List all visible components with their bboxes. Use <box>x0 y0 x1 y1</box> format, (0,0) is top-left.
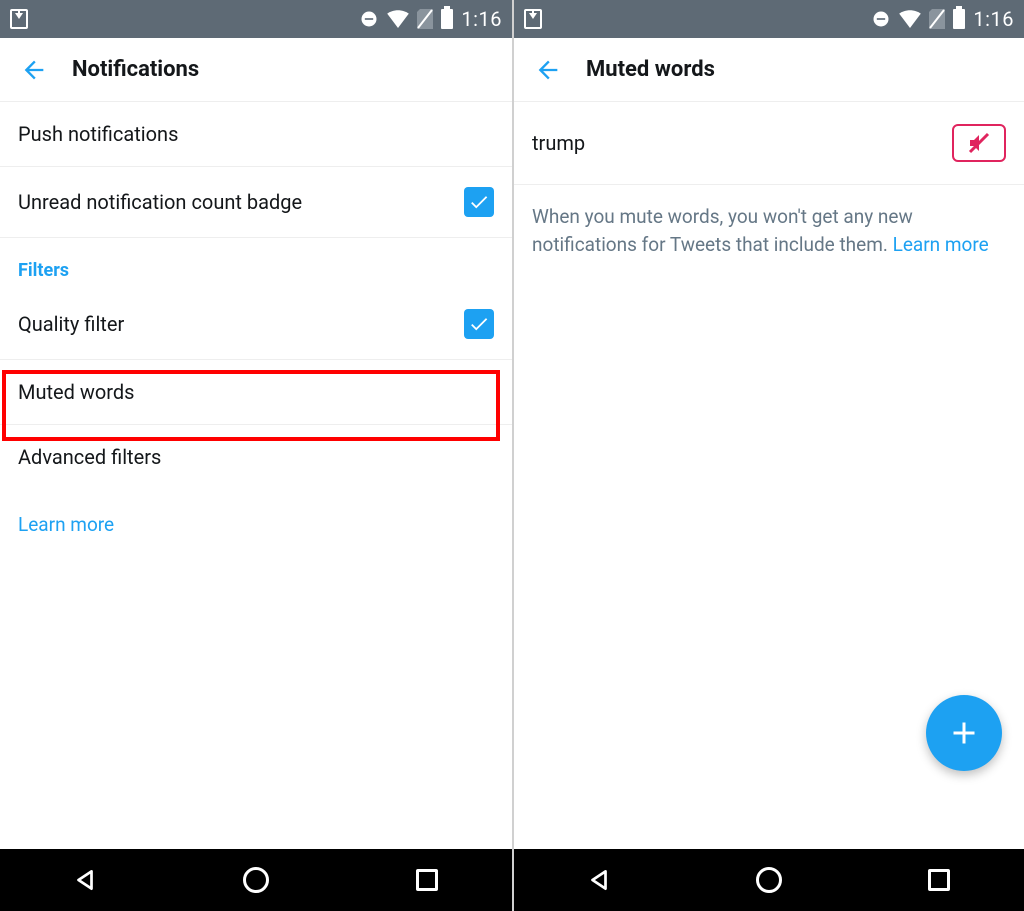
page-title: Muted words <box>586 57 715 82</box>
checkbox-unread[interactable] <box>464 187 494 217</box>
content-area: trump When you mute words, you won't get… <box>514 102 1024 849</box>
muted-word-row[interactable]: trump <box>514 102 1024 185</box>
row-label: Quality filter <box>18 312 124 336</box>
nav-bar <box>0 849 512 911</box>
row-advanced-filters[interactable]: Advanced filters <box>0 425 512 489</box>
content-area: Push notifications Unread notification c… <box>0 102 512 849</box>
row-unread-badge[interactable]: Unread notification count badge <box>0 167 512 238</box>
filters-header: Filters <box>0 238 512 289</box>
checkbox-quality[interactable] <box>464 309 494 339</box>
nav-home-button[interactable] <box>739 860 799 900</box>
wifi-icon <box>899 10 921 28</box>
phone-left: 1:16 Notifications Push notifications Un… <box>0 0 512 911</box>
back-button[interactable] <box>530 52 566 88</box>
row-label: Muted words <box>18 380 135 404</box>
row-label: Advanced filters <box>18 445 161 469</box>
row-quality-filter[interactable]: Quality filter <box>0 289 512 360</box>
learn-more-link[interactable]: Learn more <box>893 233 989 256</box>
nav-recent-button[interactable] <box>909 860 969 900</box>
download-icon <box>10 9 28 29</box>
muted-word-text: trump <box>532 131 585 155</box>
do-not-disturb-icon <box>871 9 891 29</box>
add-fab[interactable] <box>926 695 1002 771</box>
no-sim-icon <box>929 9 945 29</box>
row-push-notifications[interactable]: Push notifications <box>0 102 512 167</box>
download-icon <box>524 9 542 29</box>
back-button[interactable] <box>16 52 52 88</box>
row-label: Unread notification count badge <box>18 190 302 214</box>
app-bar: Muted words <box>514 38 1024 102</box>
battery-icon <box>953 9 965 29</box>
nav-recent-button[interactable] <box>397 860 457 900</box>
status-bar: 1:16 <box>0 0 512 38</box>
nav-bar <box>514 849 1024 911</box>
page-title: Notifications <box>72 57 199 82</box>
status-time: 1:16 <box>461 7 502 31</box>
row-label: Push notifications <box>18 122 178 146</box>
nav-back-button[interactable] <box>569 860 629 900</box>
helper-text: When you mute words, you won't get any n… <box>514 185 1024 276</box>
do-not-disturb-icon <box>359 9 379 29</box>
phone-right: 1:16 Muted words trump When you mute wo <box>512 0 1024 911</box>
status-bar: 1:16 <box>514 0 1024 38</box>
battery-icon <box>441 9 453 29</box>
nav-back-button[interactable] <box>55 860 115 900</box>
no-sim-icon <box>417 9 433 29</box>
app-bar: Notifications <box>0 38 512 102</box>
learn-more-link[interactable]: Learn more <box>0 489 132 560</box>
status-time: 1:16 <box>973 7 1014 31</box>
nav-home-button[interactable] <box>226 860 286 900</box>
mute-icon[interactable] <box>952 124 1006 162</box>
wifi-icon <box>387 10 409 28</box>
row-muted-words[interactable]: Muted words <box>0 360 512 425</box>
helper-body: When you mute words, you won't get any n… <box>532 205 913 256</box>
